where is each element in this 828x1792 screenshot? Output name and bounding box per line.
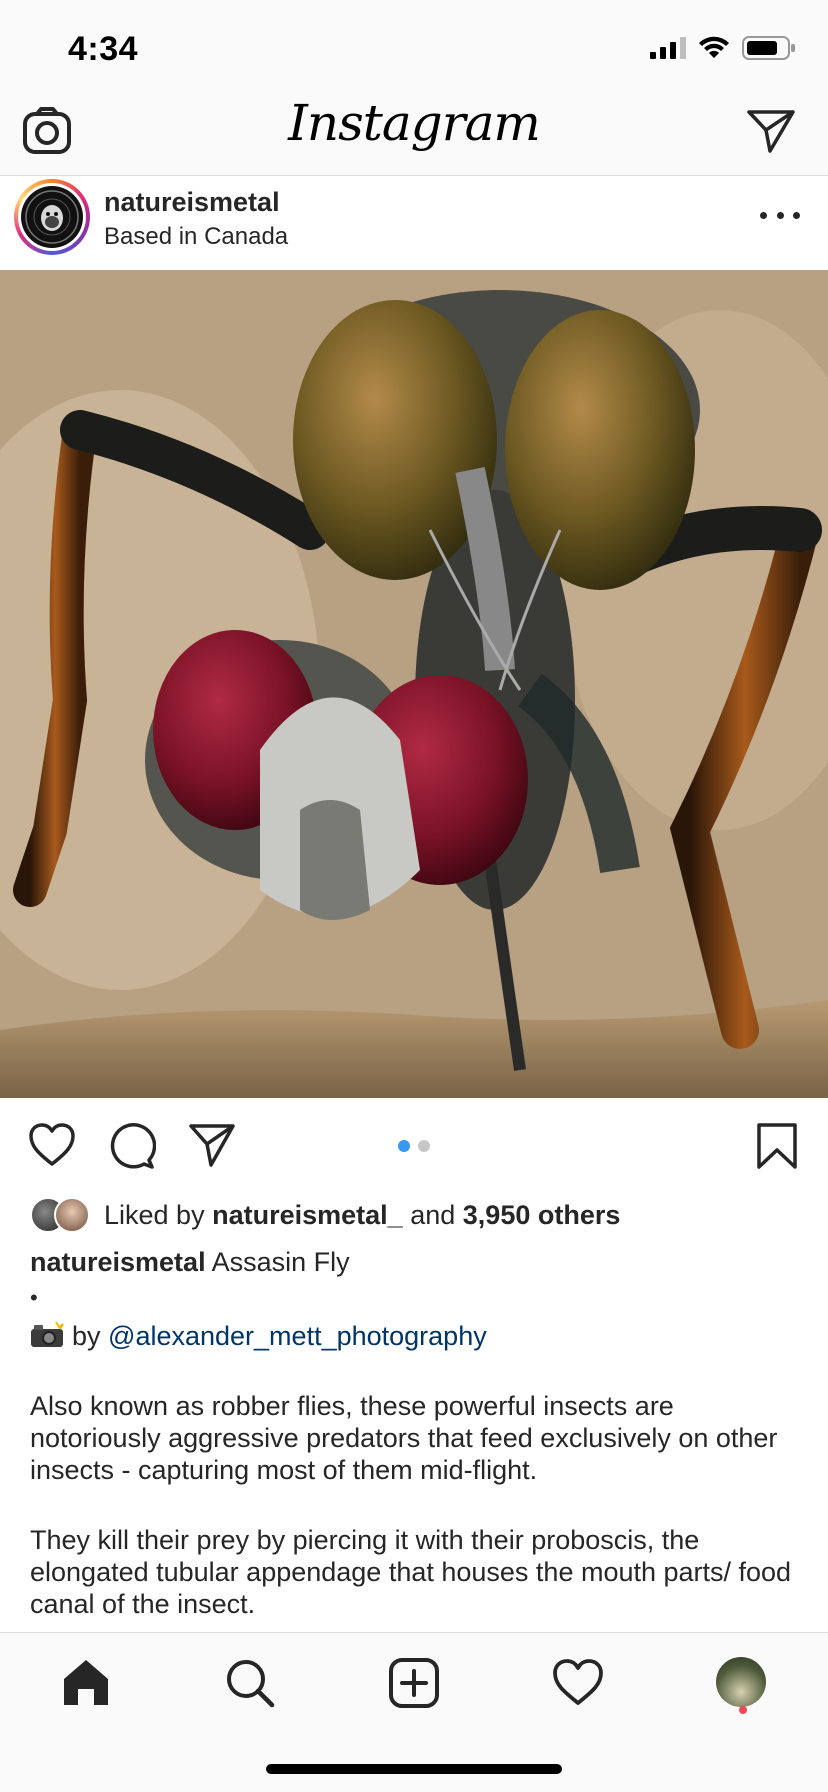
liker-username[interactable]: natureismetal_ [212, 1200, 403, 1230]
post-image[interactable] [0, 270, 828, 1098]
photo-credit: by @alexander_mett_photography [30, 1320, 800, 1352]
heart-icon[interactable] [28, 1122, 76, 1168]
carousel-dot-active [398, 1140, 410, 1152]
liker-avatar [54, 1197, 90, 1233]
status-icons [650, 36, 796, 60]
heart-icon[interactable] [552, 1657, 604, 1709]
liker-avatars [30, 1197, 90, 1233]
camera-flash-emoji-icon [31, 1322, 64, 1347]
notification-dot [739, 1706, 747, 1714]
post-actions [0, 1098, 828, 1194]
comment-icon[interactable] [108, 1122, 156, 1170]
caption-paragraph: Also known as robber flies, these powerf… [30, 1391, 778, 1485]
status-bar: 4:34 [0, 0, 828, 92]
instagram-logo: Instagram [288, 94, 541, 152]
paper-plane-icon[interactable] [746, 108, 796, 154]
caption-bullet: • [30, 1285, 38, 1310]
home-icon[interactable] [60, 1657, 112, 1709]
plus-square-icon[interactable] [388, 1657, 440, 1709]
profile-avatar[interactable] [716, 1657, 766, 1707]
post-username[interactable]: natureismetal [104, 187, 280, 218]
caption-first-line: natureismetal Assasin Fly [30, 1246, 800, 1278]
home-indicator [266, 1764, 562, 1774]
avatar-image [21, 186, 83, 248]
likes-text: Liked by natureismetal_ and 3,950 others [104, 1199, 621, 1230]
more-horizontal-icon [760, 211, 767, 219]
battery-icon [742, 36, 795, 60]
carousel-dot [418, 1140, 430, 1152]
others-count[interactable]: 3,950 others [463, 1200, 621, 1230]
caption-username[interactable]: natureismetal [30, 1247, 206, 1277]
carousel-indicator [398, 1140, 430, 1152]
more-options-button[interactable] [760, 205, 800, 225]
caption-paragraph: They kill their prey by piercing it with… [30, 1525, 792, 1619]
photographer-handle-link[interactable]: @alexander_mett_photography [108, 1321, 487, 1351]
wifi-icon [699, 36, 729, 58]
avatar[interactable] [14, 179, 90, 255]
post-header: natureismetal Based in Canada [0, 177, 828, 270]
top-nav: Instagram [0, 92, 828, 176]
post-location[interactable]: Based in Canada [104, 223, 288, 251]
gorilla-logo-icon [25, 190, 79, 244]
post-caption: natureismetal Assasin Fly • by @alexande… [30, 1246, 800, 1620]
robber-fly-photo [0, 270, 828, 1098]
likes-summary[interactable]: Liked by natureismetal_ and 3,950 others [30, 1196, 620, 1234]
status-time: 4:34 [68, 30, 139, 68]
bookmark-icon[interactable] [756, 1122, 798, 1170]
search-icon[interactable] [224, 1657, 276, 1709]
caption-title: Assasin Fly [211, 1247, 350, 1277]
share-paper-plane-icon[interactable] [188, 1122, 236, 1168]
cellular-signal-icon [650, 37, 686, 59]
